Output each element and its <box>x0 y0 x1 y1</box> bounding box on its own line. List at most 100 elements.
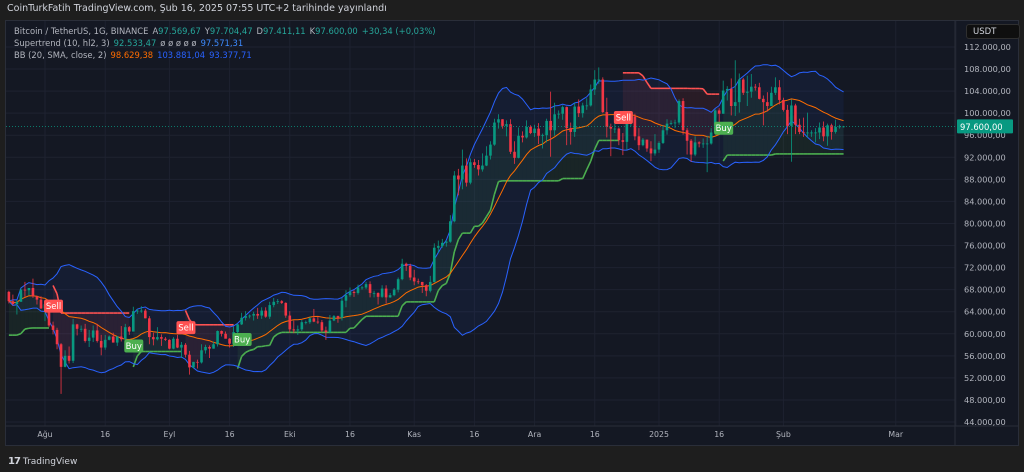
supertrend-label[interactable]: Supertrend (10, hl2, 3) <box>14 38 110 48</box>
candle <box>280 301 284 303</box>
candle <box>477 165 480 170</box>
candle <box>404 263 408 266</box>
candle <box>148 318 151 338</box>
candle <box>320 322 324 331</box>
supertrend-fill <box>273 301 278 337</box>
candle <box>778 87 781 100</box>
candle <box>304 322 308 323</box>
candle <box>786 109 789 126</box>
price-tick-label: 64.000,00 <box>964 307 1006 317</box>
supertrend-legend[interactable]: Supertrend (10, hl2, 3) 92.533,47 ø ø ø ø … <box>14 38 247 48</box>
high-value: 97.704,47 <box>209 26 253 36</box>
supertrend-fill <box>578 109 583 179</box>
candle <box>75 324 79 329</box>
candle <box>348 291 352 296</box>
candle <box>192 361 195 368</box>
candle <box>782 99 785 110</box>
candle <box>23 289 27 291</box>
candle <box>127 327 131 332</box>
candle <box>144 310 147 319</box>
price-chart[interactable]: Sell Buy Sell Buy Sell Buy 112.000,00 108.000,0… <box>6 21 1018 445</box>
candle <box>762 98 765 103</box>
candle <box>641 139 645 146</box>
supertrend-fill <box>530 129 535 181</box>
candle <box>717 110 721 114</box>
candle <box>814 132 817 134</box>
supertrend-fill <box>807 132 812 154</box>
candle <box>465 165 468 183</box>
symbol-legend[interactable]: Bitcoin / TetherUS, 1G, BINANCE A97.569,6… <box>14 26 440 36</box>
supertrend-fill <box>161 337 166 352</box>
candle <box>601 79 605 113</box>
candle <box>673 122 677 124</box>
candle <box>725 88 729 91</box>
candle <box>184 344 187 355</box>
candle <box>83 328 87 341</box>
supertrend-fill <box>831 128 836 154</box>
candle <box>637 136 641 146</box>
price-tick-label: 48.000,00 <box>964 395 1006 405</box>
candle <box>657 142 661 150</box>
candle <box>549 120 552 131</box>
candle <box>240 317 243 325</box>
candle <box>677 101 681 123</box>
candle <box>461 165 464 180</box>
candle <box>63 355 67 367</box>
candle <box>489 144 492 156</box>
candle <box>493 122 496 145</box>
candle <box>709 132 713 144</box>
bb-legend[interactable]: BB (20, SMA, close, 2) 98.629,38 103.881,0… <box>14 50 256 60</box>
last-price-label: 97.600,00 <box>960 122 1003 132</box>
candle <box>501 119 504 126</box>
sell-signal-label: Sell <box>46 302 61 312</box>
candle <box>749 86 753 92</box>
candle <box>408 265 412 278</box>
candle <box>388 295 392 298</box>
time-tick-label: 16 <box>590 430 600 439</box>
candle <box>264 310 268 317</box>
candle <box>432 247 436 282</box>
candle <box>424 285 428 291</box>
supertrend-fill <box>695 88 700 149</box>
candle <box>453 175 456 222</box>
supertrend-fill <box>157 337 162 352</box>
candle <box>160 337 163 339</box>
currency-button[interactable]: USDT <box>966 24 1020 39</box>
supertrend-fill <box>498 120 503 182</box>
supertrend-fill <box>691 88 696 149</box>
candle <box>372 292 376 294</box>
time-tick-label: 16 <box>714 430 724 439</box>
chart-panel[interactable]: Sell Buy Sell Buy Sell Buy 112.000,00 108.000,0… <box>5 20 1020 446</box>
candle <box>669 123 673 124</box>
candle <box>621 140 625 142</box>
candle <box>376 292 380 297</box>
candle <box>19 289 23 302</box>
price-tick-label: 76.000,00 <box>964 241 1006 251</box>
supertrend-fill <box>414 279 419 302</box>
candle <box>79 328 83 330</box>
candle <box>216 331 219 345</box>
candle <box>328 320 332 333</box>
candle <box>344 295 348 301</box>
time-tick-label: 2025 <box>649 430 669 439</box>
supertrend-fill <box>65 313 70 362</box>
candle <box>770 92 773 107</box>
price-tick-label: 68.000,00 <box>964 285 1006 295</box>
candle <box>810 132 813 134</box>
bb-label[interactable]: BB (20, SMA, close, 2) <box>14 50 107 60</box>
candle <box>697 142 701 144</box>
candle <box>818 127 821 133</box>
candle <box>260 310 264 316</box>
candle <box>589 89 593 106</box>
symbol-name[interactable]: Bitcoin / TetherUS, 1G, BINANCE <box>14 26 148 36</box>
open-value: 97.569,67 <box>158 26 201 36</box>
candle <box>529 126 532 134</box>
bb-basis-value: 98.629,38 <box>110 50 154 60</box>
candle <box>766 102 769 107</box>
candle <box>737 79 741 103</box>
supertrend-fill <box>12 302 17 336</box>
tradingview-logo[interactable]: 𝟭𝟳 TradingView <box>8 456 77 467</box>
price-tick-label: 60.000,00 <box>964 329 1006 339</box>
price-tick-label: 112.000,00 <box>964 42 1011 52</box>
candle <box>745 91 749 93</box>
